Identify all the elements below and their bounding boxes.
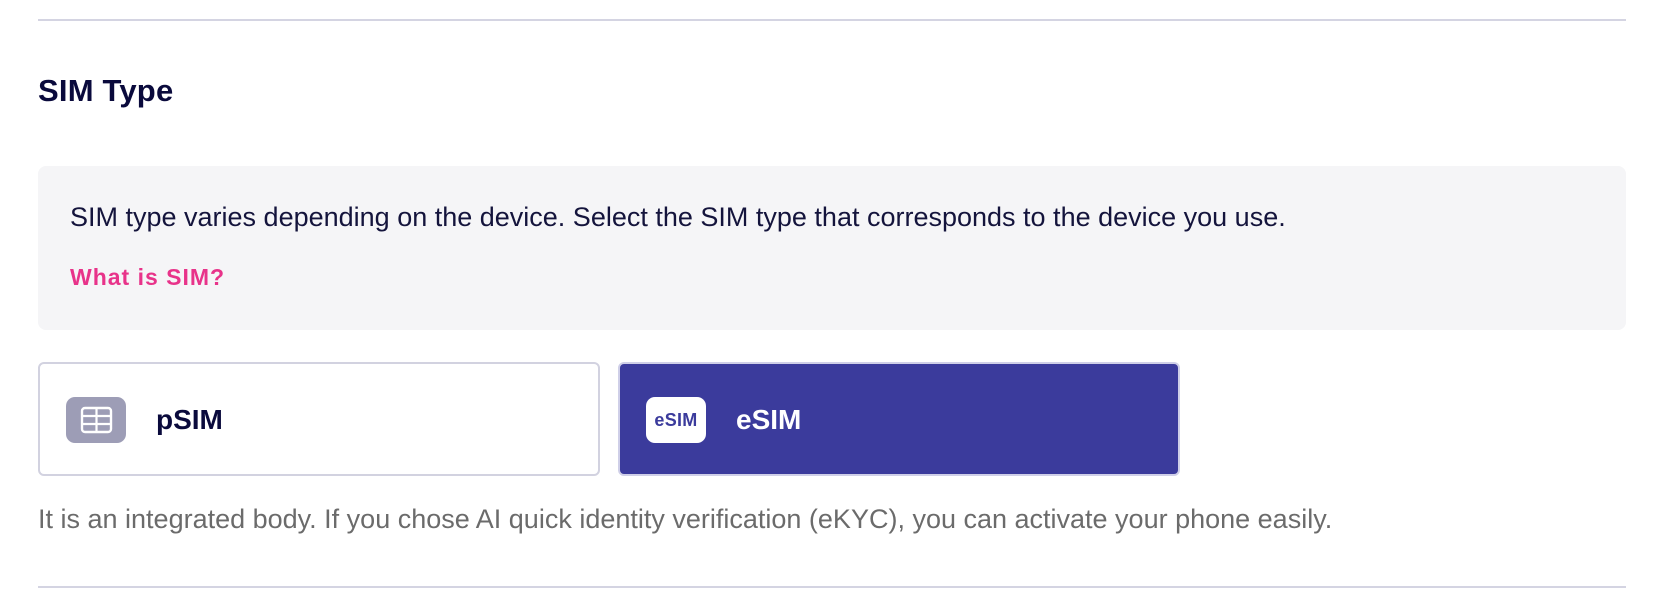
what-is-sim-link[interactable]: What is SIM? [70,264,225,291]
section-title: SIM Type [38,73,174,108]
esim-icon: eSIM [646,397,706,443]
physical-sim-card-icon [66,397,126,443]
info-box: SIM type varies depending on the device.… [38,166,1626,330]
top-divider [38,19,1626,21]
bottom-divider [38,586,1626,588]
sim-description: It is an integrated body. If you chose A… [38,504,1333,534]
psim-label: pSIM [156,404,223,435]
esim-option[interactable]: eSIM eSIM [618,362,1180,476]
esim-label: eSIM [736,404,802,435]
info-text: SIM type varies depending on the device.… [70,202,1286,232]
psim-option[interactable]: pSIM [38,362,600,476]
esim-icon-text: eSIM [654,409,698,430]
